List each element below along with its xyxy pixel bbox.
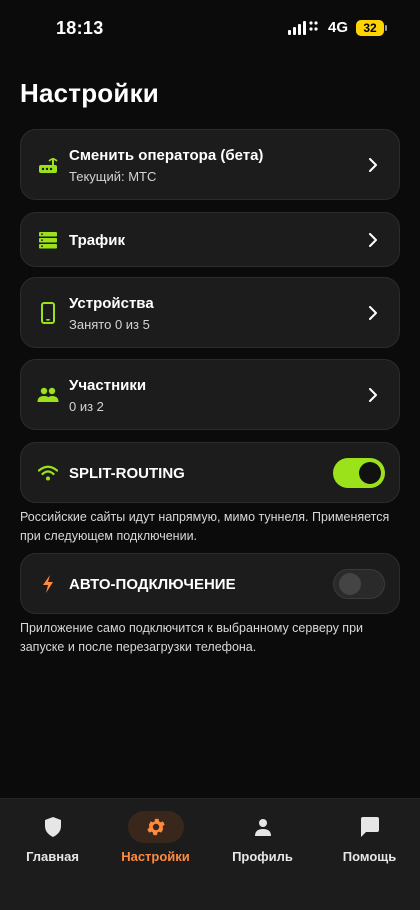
nav-item-help[interactable]: Помощь — [317, 811, 420, 864]
status-time: 18:13 — [56, 18, 104, 38]
split-routing-toggle[interactable] — [333, 458, 385, 488]
devices-title: Устройства — [69, 295, 154, 312]
lightning-icon — [37, 573, 59, 595]
members-card[interactable]: Участники 0 из 2 — [20, 359, 400, 430]
traffic-title: Трафик — [69, 232, 125, 249]
network-type: 4G — [327, 19, 348, 36]
split-routing-hint: Российские сайты идут напрямую, мимо тун… — [20, 510, 390, 543]
bottom-navigation: Главная Настройки Профиль Помощь — [0, 798, 420, 910]
router-icon — [37, 154, 59, 176]
nav-item-profile[interactable]: Профиль — [210, 811, 315, 864]
nav-icon-wrap — [235, 811, 291, 843]
smartphone-icon — [37, 302, 59, 324]
toggle-knob — [359, 462, 381, 484]
nav-label-help: Помощь — [342, 849, 397, 864]
auto-connect-card: АВТО-ПОДКЛЮЧЕНИЕ — [20, 553, 400, 614]
storage-list-icon — [37, 229, 59, 251]
shield-icon — [44, 817, 61, 837]
person-icon — [254, 819, 271, 836]
auto-connect-title: АВТО-ПОДКЛЮЧЕНИЕ — [69, 576, 236, 593]
devices-card[interactable]: Устройства Занято 0 из 5 — [20, 277, 400, 348]
battery-level: 32 — [363, 20, 377, 35]
nav-label-home: Главная — [26, 849, 79, 864]
members-count-label: 0 из 2 — [69, 399, 104, 414]
settings-screen: 18:13 4G 32 Настройки Сменить оператора … — [0, 0, 420, 910]
chevron-right-icon — [369, 306, 377, 320]
nav-icon-wrap — [127, 811, 184, 843]
traffic-card[interactable]: Трафик — [20, 212, 400, 267]
auto-connect-toggle[interactable] — [333, 569, 385, 599]
signal-icon — [287, 20, 306, 35]
nav-item-home[interactable]: Главная — [0, 811, 105, 864]
current-operator-label: Текущий: МТС — [69, 169, 157, 184]
devices-usage-label: Занято 0 из 5 — [69, 317, 150, 332]
chat-icon — [360, 817, 379, 837]
gear-icon — [146, 818, 165, 836]
chevron-right-icon — [369, 233, 377, 247]
status-bar: 18:13 4G 32 — [0, 0, 420, 58]
signal-dots-icon — [309, 19, 319, 36]
toggle-knob — [339, 573, 361, 595]
chevron-right-icon — [369, 158, 377, 172]
wifi-icon — [37, 462, 59, 484]
chevron-right-icon — [369, 388, 377, 402]
battery-icon: 32 — [356, 19, 387, 36]
nav-icon-wrap — [25, 811, 81, 843]
nav-label-settings: Настройки — [121, 849, 190, 864]
members-title: Участники — [69, 377, 147, 394]
page-title: Настройки — [20, 78, 159, 108]
auto-connect-hint: Приложение само подключится к выбранному… — [20, 621, 364, 654]
split-routing-title: SPLIT-ROUTING — [69, 465, 185, 482]
change-operator-title: Сменить оператора (бета) — [69, 147, 264, 164]
change-operator-card[interactable]: Сменить оператора (бета) Текущий: МТС — [20, 129, 400, 200]
nav-label-profile: Профиль — [232, 849, 293, 864]
status-indicators: 4G 32 — [287, 19, 387, 36]
people-icon — [37, 384, 59, 406]
nav-item-settings[interactable]: Настройки — [103, 811, 208, 864]
nav-icon-wrap — [342, 811, 398, 843]
split-routing-card: SPLIT-ROUTING — [20, 442, 400, 503]
